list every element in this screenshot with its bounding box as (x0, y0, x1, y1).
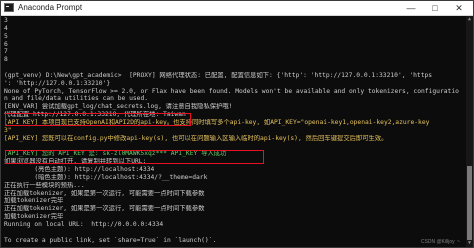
console-line: None of PyTorch, TensorFlow >= 2.0, or F… (4, 87, 459, 95)
api-key-status-line: [API_KEY] 您的 API_KEY 是: sk-zl0MAWK5xqz**… (4, 150, 227, 158)
console-line: 如果浏览器没有自动打开, 请复制并转到以下URL: (4, 158, 147, 166)
scroll-thumb[interactable] (467, 166, 472, 240)
console-line: 4 (4, 24, 8, 32)
console-line: 7 (4, 48, 8, 56)
console-output[interactable]: 3 4 5 6 7 8 (gpt_venv) D:\New\gpt_academ… (4, 17, 464, 247)
console-line: 正在加载tokenizer, 如果是第一次运行, 可能需要一点时间下载参数 (4, 189, 205, 197)
console-line: [API_KEY] 您既可以在config.py中修改api-key(s), 也… (4, 134, 388, 142)
console-line: 加载tokenizer完毕 (4, 197, 64, 205)
vertical-scrollbar[interactable]: ▲ ▼ (466, 16, 473, 247)
console-line: 3 (4, 17, 8, 24)
anaconda-prompt-window: Anaconda Prompt — □ ✕ 3 4 5 6 7 8 (gpt_v… (0, 0, 474, 248)
terminal-app-icon (4, 3, 14, 12)
console-line: [ENV_VAR] 尝试加载gpt_log/chat_secrets.log, … (4, 103, 233, 111)
console-line: 6 (4, 40, 8, 48)
console-line: ': 'http://127.0.0.1:33210'} (4, 79, 111, 87)
console-line: (暗色主题): http://localhost:4334/?__theme=d… (4, 173, 208, 181)
console-line: 5 (4, 32, 8, 40)
maximize-button[interactable]: □ (423, 1, 447, 15)
watermark: CSDN @Killjoy 丶 (420, 239, 461, 245)
minimize-button[interactable]: — (399, 1, 423, 15)
console-line: Running on local URL: http://0.0.0.0:433… (4, 220, 164, 228)
console-line: (gpt_venv) D:\New\gpt_academic> [PROXY] … (4, 71, 433, 79)
console-line: (亮色主题): http://localhost:4334 (4, 166, 155, 174)
title-bar[interactable]: Anaconda Prompt — □ ✕ (1, 1, 473, 16)
console-line: [API_KEY] 本项目现已支持OpenAI和API2D的api-key。也支… (4, 118, 430, 126)
console-line: 正在执行一些模块的预热... (4, 181, 85, 189)
window-title: Anaconda Prompt (18, 3, 83, 12)
proxy-location-line: 代理配置 http://127.0.0.1:33210, 代理所在地: Taiw… (4, 111, 186, 119)
scroll-up-icon[interactable]: ▲ (466, 16, 473, 23)
console-line: 正在加载tokenizer, 如果是第一次运行, 可能需要一点时间下载参数 (4, 205, 205, 213)
console-line: 加载tokenizer完毕 (4, 213, 64, 221)
console-line: To create a public link, set `share=True… (4, 236, 217, 244)
close-button[interactable]: ✕ (447, 1, 471, 15)
console-line: 3" (4, 126, 12, 134)
console-line: 8 (4, 56, 8, 64)
console-line: n and file/data utilities can be used. (4, 95, 149, 103)
scroll-down-icon[interactable]: ▼ (466, 240, 473, 247)
